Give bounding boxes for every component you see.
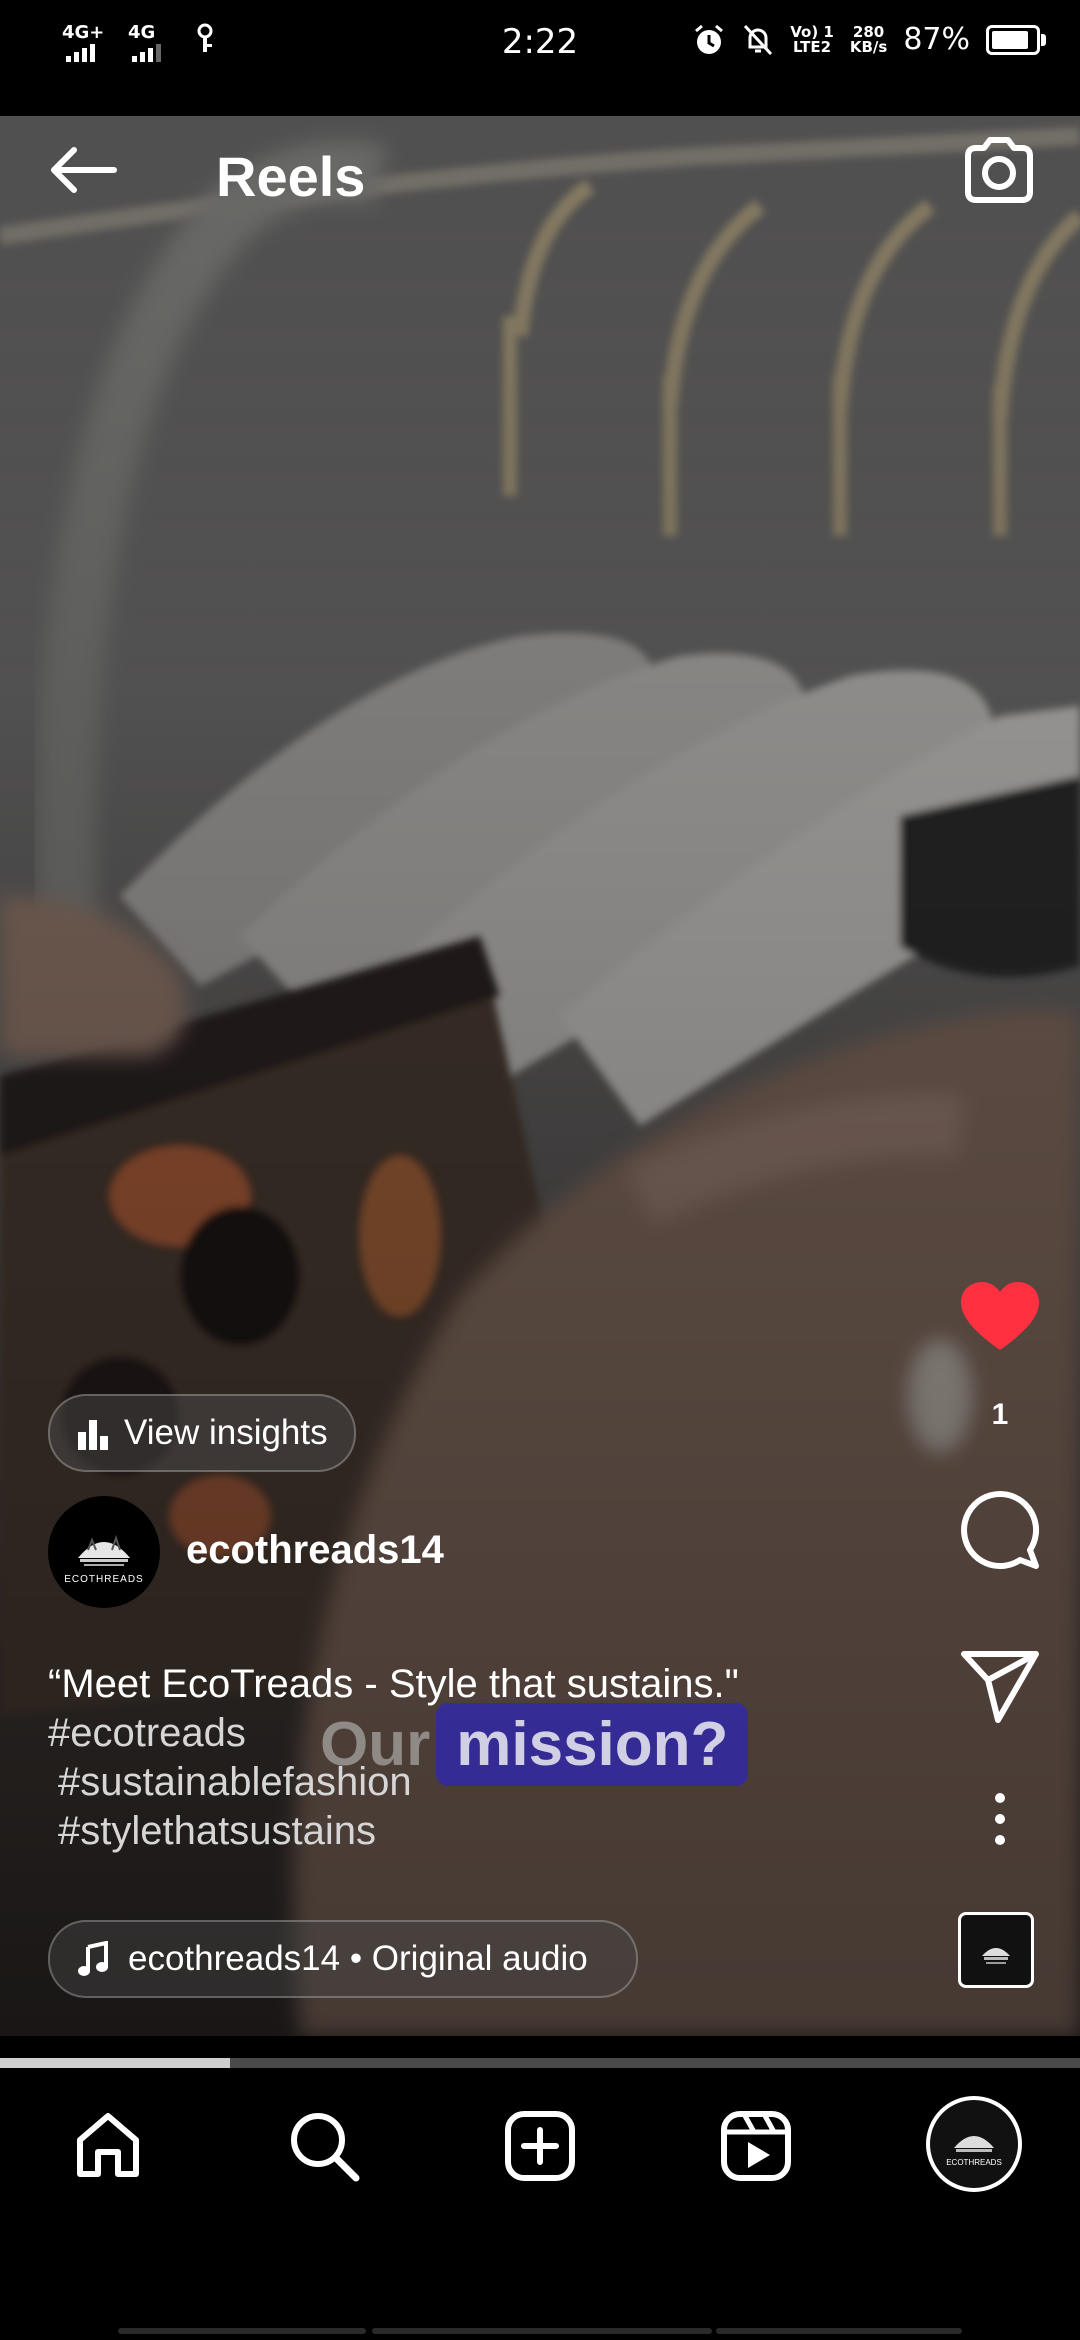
battery-percent: 87%	[903, 22, 970, 57]
home-icon	[77, 2113, 139, 2177]
camera-button[interactable]	[958, 130, 1040, 212]
heart-icon	[961, 1282, 1039, 1350]
avatar-brand-text: ECOTHREADS	[64, 1573, 144, 1585]
nav-create[interactable]	[500, 2106, 580, 2186]
avatar[interactable]: ECOTHREADS	[48, 1496, 160, 1608]
comment-icon	[961, 1491, 1040, 1570]
view-insights-label: View insights	[124, 1413, 328, 1452]
volte-indicator: Vo) 1 LTE2	[790, 22, 834, 56]
comment-button[interactable]	[950, 1488, 1050, 1574]
ecothreads-logo-icon	[78, 1534, 130, 1566]
camera-icon	[965, 137, 1033, 203]
username[interactable]: ecothreads14	[186, 1528, 444, 1573]
reels-icon	[721, 2111, 791, 2181]
gesture-bar	[372, 2328, 712, 2334]
like-count[interactable]: 1	[950, 1398, 1050, 1432]
music-note-icon	[78, 1941, 108, 1976]
video-progress-fill	[0, 2058, 231, 2068]
overlay-word: Our	[320, 1709, 431, 1779]
mute-bell-icon	[744, 24, 773, 55]
page-title: Reels	[216, 145, 366, 208]
gesture-bar	[716, 2328, 962, 2334]
audio-thumbnail[interactable]	[958, 1912, 1034, 1988]
nav-search[interactable]	[284, 2106, 364, 2186]
battery-icon	[986, 24, 1046, 55]
status-bar: 4G+ 4G 2:22 Vo) 1 LTE2 280 KB/s 87%	[0, 0, 1080, 116]
nav-home[interactable]	[68, 2106, 148, 2186]
audio-label: ecothreads14 • Original audio	[128, 1939, 588, 1978]
ecothreads-logo-icon	[982, 1948, 1010, 1964]
back-button[interactable]	[44, 140, 124, 200]
view-insights-button[interactable]: View insights	[48, 1394, 356, 1472]
share-icon	[961, 1651, 1039, 1723]
share-button[interactable]	[950, 1650, 1050, 1730]
more-options-button[interactable]	[950, 1792, 1050, 1846]
network-speed: 280 KB/s	[849, 22, 888, 56]
bottom-navigation: ECOTHREADS	[0, 2068, 1080, 2218]
profile-brand-text: ECOTHREADS	[946, 2157, 1002, 2167]
bar-chart-icon	[78, 1420, 108, 1450]
alarm-icon	[695, 24, 724, 54]
gesture-bar	[118, 2328, 366, 2334]
overlay-highlight-word: mission?	[436, 1702, 749, 1786]
nav-reels[interactable]	[716, 2106, 796, 2186]
more-icon	[995, 1793, 1005, 1845]
nav-profile[interactable]: ECOTHREADS	[926, 2096, 1022, 2192]
video-progress-bar[interactable]	[0, 2058, 1080, 2068]
original-audio-button[interactable]: ecothreads14 • Original audio	[48, 1920, 638, 1998]
hashtag[interactable]: #stylethatsustains	[48, 1807, 808, 1856]
create-icon	[505, 2111, 575, 2181]
search-icon	[291, 2113, 360, 2182]
reels-header: Reels	[0, 116, 1080, 226]
like-button[interactable]	[950, 1280, 1050, 1370]
video-overlay-text: Our mission?	[320, 1696, 749, 1792]
ecothreads-logo-icon	[954, 2135, 994, 2152]
arrow-left-icon	[51, 147, 117, 193]
